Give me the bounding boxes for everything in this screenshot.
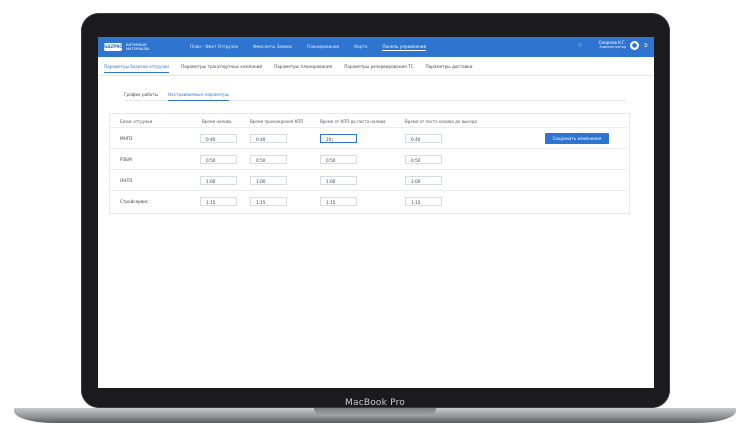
- inner-tabs: График работы Настраиваемые параметры: [124, 89, 626, 101]
- tab-shipping-basis-params[interactable]: Параметры базисов отгрузки: [104, 64, 169, 73]
- nav-item-plan-fact[interactable]: План - Факт Отгрузок: [190, 44, 238, 51]
- row-basis-label: РЗБМ: [120, 157, 132, 162]
- laptop-opening-notch: [314, 408, 436, 416]
- nav-item-planning[interactable]: Планирование: [307, 44, 339, 51]
- checkpoint-to-post-input[interactable]: 0:50: [320, 155, 357, 164]
- main-nav: План - Факт Отгрузок Фиксанты Заявок Пла…: [190, 44, 441, 51]
- tab-vehicle-reservation-params[interactable]: Параметры резервирования ТС: [344, 64, 413, 73]
- loading-time-input[interactable]: 1:15: [200, 197, 237, 206]
- tab-work-schedule[interactable]: График работы: [124, 92, 158, 97]
- top-bar: GAZPROM БИТУМНЫЕ МАТЕРИАЛЫ План - Факт О…: [98, 37, 654, 57]
- post-to-exit-input[interactable]: 0:50: [405, 155, 442, 164]
- column-header-loading-time: Время налива: [202, 119, 232, 124]
- checkpoint-to-post-input[interactable]: 20|: [320, 134, 357, 143]
- company-logo[interactable]: GAZPROM БИТУМНЫЕ МАТЕРИАЛЫ: [104, 42, 150, 52]
- row-basis-label: МНПЗ: [120, 136, 133, 141]
- column-header-post-to-exit: Время от поста налива до выезда: [405, 119, 477, 124]
- logout-icon[interactable]: ➲: [643, 42, 648, 49]
- post-to-exit-input[interactable]: 0:40: [405, 134, 442, 143]
- loading-time-input[interactable]: 0:40: [200, 134, 237, 143]
- row-divider: [109, 190, 628, 191]
- app-screen: GAZPROM БИТУМНЫЕ МАТЕРИАЛЫ План - Факт О…: [98, 37, 654, 388]
- checkpoint-to-post-input[interactable]: 1:15: [320, 197, 357, 206]
- laptop-frame: GAZPROM БИТУМНЫЕ МАТЕРИАЛЫ План - Факт О…: [0, 0, 750, 445]
- checkpoint-time-input[interactable]: 0:40: [250, 134, 287, 143]
- checkpoint-time-input[interactable]: 1:00: [250, 176, 287, 185]
- tab-delivery-params[interactable]: Параметры доставки: [426, 64, 473, 73]
- loading-time-input[interactable]: 1:00: [200, 176, 237, 185]
- tab-planning-params[interactable]: Параметры планирования: [274, 64, 332, 73]
- column-header-basis: Базис отгрузки: [120, 119, 153, 124]
- save-button[interactable]: Сохранить изменения: [545, 133, 609, 144]
- post-to-exit-input[interactable]: 1:00: [405, 176, 442, 185]
- user-info: Смирнов К.Г. Администратор: [599, 40, 626, 50]
- nav-item-map[interactable]: Карта: [354, 44, 367, 51]
- checkpoint-to-post-input[interactable]: 1:00: [320, 176, 357, 185]
- row-basis-label: Стройсервис: [120, 199, 149, 204]
- post-to-exit-input[interactable]: 1:15: [405, 197, 442, 206]
- row-basis-label: ОНПЗ: [120, 178, 133, 183]
- tab-transport-company-params[interactable]: Параметры транспортных компаний: [181, 64, 262, 73]
- nav-item-control-panel[interactable]: Панель управления: [382, 44, 427, 51]
- header-divider: [109, 127, 628, 128]
- logo-text: БИТУМНЫЕ МАТЕРИАЛЫ: [126, 43, 150, 51]
- logo-mark: GAZPROM: [104, 43, 127, 51]
- user-role: Администратор: [599, 45, 626, 49]
- nav-item-fixed-orders[interactable]: Фиксанты Заявок: [253, 44, 292, 51]
- avatar-icon[interactable]: ●: [629, 40, 639, 50]
- column-header-checkpoint-time: Время прохождения КПП: [250, 119, 304, 124]
- checkpoint-time-input[interactable]: 1:15: [250, 197, 287, 206]
- column-header-checkpoint-to-post: Время от КПП до поста налива: [320, 119, 386, 124]
- device-brand-label: MacBook Pro: [345, 398, 405, 408]
- settings-subnav: Параметры базисов отгрузки Параметры тра…: [98, 57, 654, 76]
- params-table: [109, 113, 630, 214]
- bell-icon[interactable]: ♢: [577, 42, 582, 49]
- row-divider: [109, 148, 628, 149]
- user-area: ♢ Смирнов К.Г. Администратор ● ➲: [577, 40, 648, 50]
- checkpoint-time-input[interactable]: 0:50: [250, 155, 287, 164]
- row-divider: [109, 169, 628, 170]
- loading-time-input[interactable]: 0:50: [200, 155, 237, 164]
- tab-custom-params[interactable]: Настраиваемые параметры: [168, 92, 230, 101]
